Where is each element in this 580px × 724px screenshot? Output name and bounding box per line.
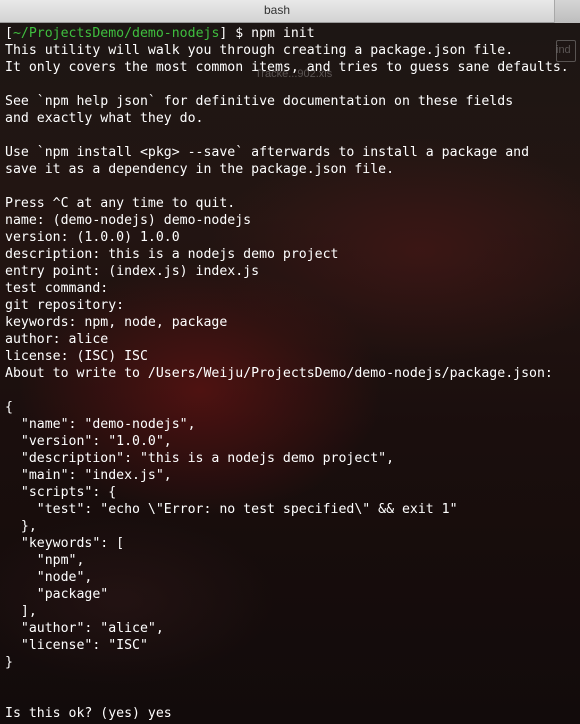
- terminal-line: "scripts": {: [5, 485, 117, 500]
- prompt-bracket-open: [: [5, 26, 13, 41]
- terminal-line: and exactly what they do.: [5, 111, 204, 126]
- terminal-line: "description": "this is a nodejs demo pr…: [5, 451, 395, 466]
- prompt-path: ~/ProjectsDemo/demo-nodejs: [12, 26, 220, 41]
- terminal-line: Press ^C at any time to quit.: [5, 196, 236, 211]
- terminal-line: license: (ISC) ISC: [5, 349, 148, 364]
- terminal-line: "version": "1.0.0",: [5, 434, 172, 449]
- terminal-line: This utility will walk you through creat…: [5, 43, 514, 58]
- terminal-line: keywords: npm, node, package: [5, 315, 228, 330]
- terminal-line: {: [5, 400, 13, 415]
- terminal-line: version: (1.0.0) 1.0.0: [5, 230, 180, 245]
- terminal-line: name: (demo-nodejs) demo-nodejs: [5, 213, 252, 228]
- terminal-line: },: [5, 519, 37, 534]
- terminal-line: "main": "index.js",: [5, 468, 172, 483]
- terminal-line: See `npm help json` for definitive docum…: [5, 94, 514, 109]
- title-bar[interactable]: bash: [0, 0, 580, 23]
- terminal-line: "license": "ISC": [5, 638, 148, 653]
- prompt-command: $ npm init: [227, 26, 315, 41]
- tab-strip[interactable]: bash: [0, 0, 555, 23]
- terminal-line: test command:: [5, 281, 109, 296]
- window-title: bash: [263, 3, 291, 17]
- terminal-line: entry point: (index.js) index.js: [5, 264, 260, 279]
- terminal-line: Use `npm install <pkg> --save` afterward…: [5, 145, 530, 160]
- terminal-line: author: alice: [5, 332, 109, 347]
- terminal-line: "test": "echo \"Error: no test specified…: [5, 502, 458, 517]
- terminal-line: }: [5, 655, 13, 670]
- terminal-line: save it as a dependency in the package.j…: [5, 162, 395, 177]
- terminal-line: "node",: [5, 570, 93, 585]
- side-tab[interactable]: [555, 0, 580, 23]
- terminal-line: Is this ok? (yes) yes: [5, 706, 172, 721]
- terminal-line: "keywords": [: [5, 536, 125, 551]
- terminal-line: git repository:: [5, 298, 125, 313]
- terminal-line: description: this is a nodejs demo proje…: [5, 247, 339, 262]
- terminal-line: It only covers the most common items, an…: [5, 60, 569, 75]
- terminal-line: About to write to /Users/Weiju/ProjectsD…: [5, 366, 553, 381]
- terminal-output[interactable]: [~/ProjectsDemo/demo-nodejs] $ npm init T…: [5, 25, 569, 722]
- terminal-line: "package": [5, 587, 109, 602]
- terminal-line: ],: [5, 604, 37, 619]
- prompt-line: [~/ProjectsDemo/demo-nodejs] $ npm init: [5, 25, 569, 42]
- terminal-line: "npm",: [5, 553, 85, 568]
- terminal-window: ind Tracke...902.xls bash [~/ProjectsDem…: [0, 0, 580, 724]
- terminal-line: "author": "alice",: [5, 621, 164, 636]
- terminal-line: "name": "demo-nodejs",: [5, 417, 196, 432]
